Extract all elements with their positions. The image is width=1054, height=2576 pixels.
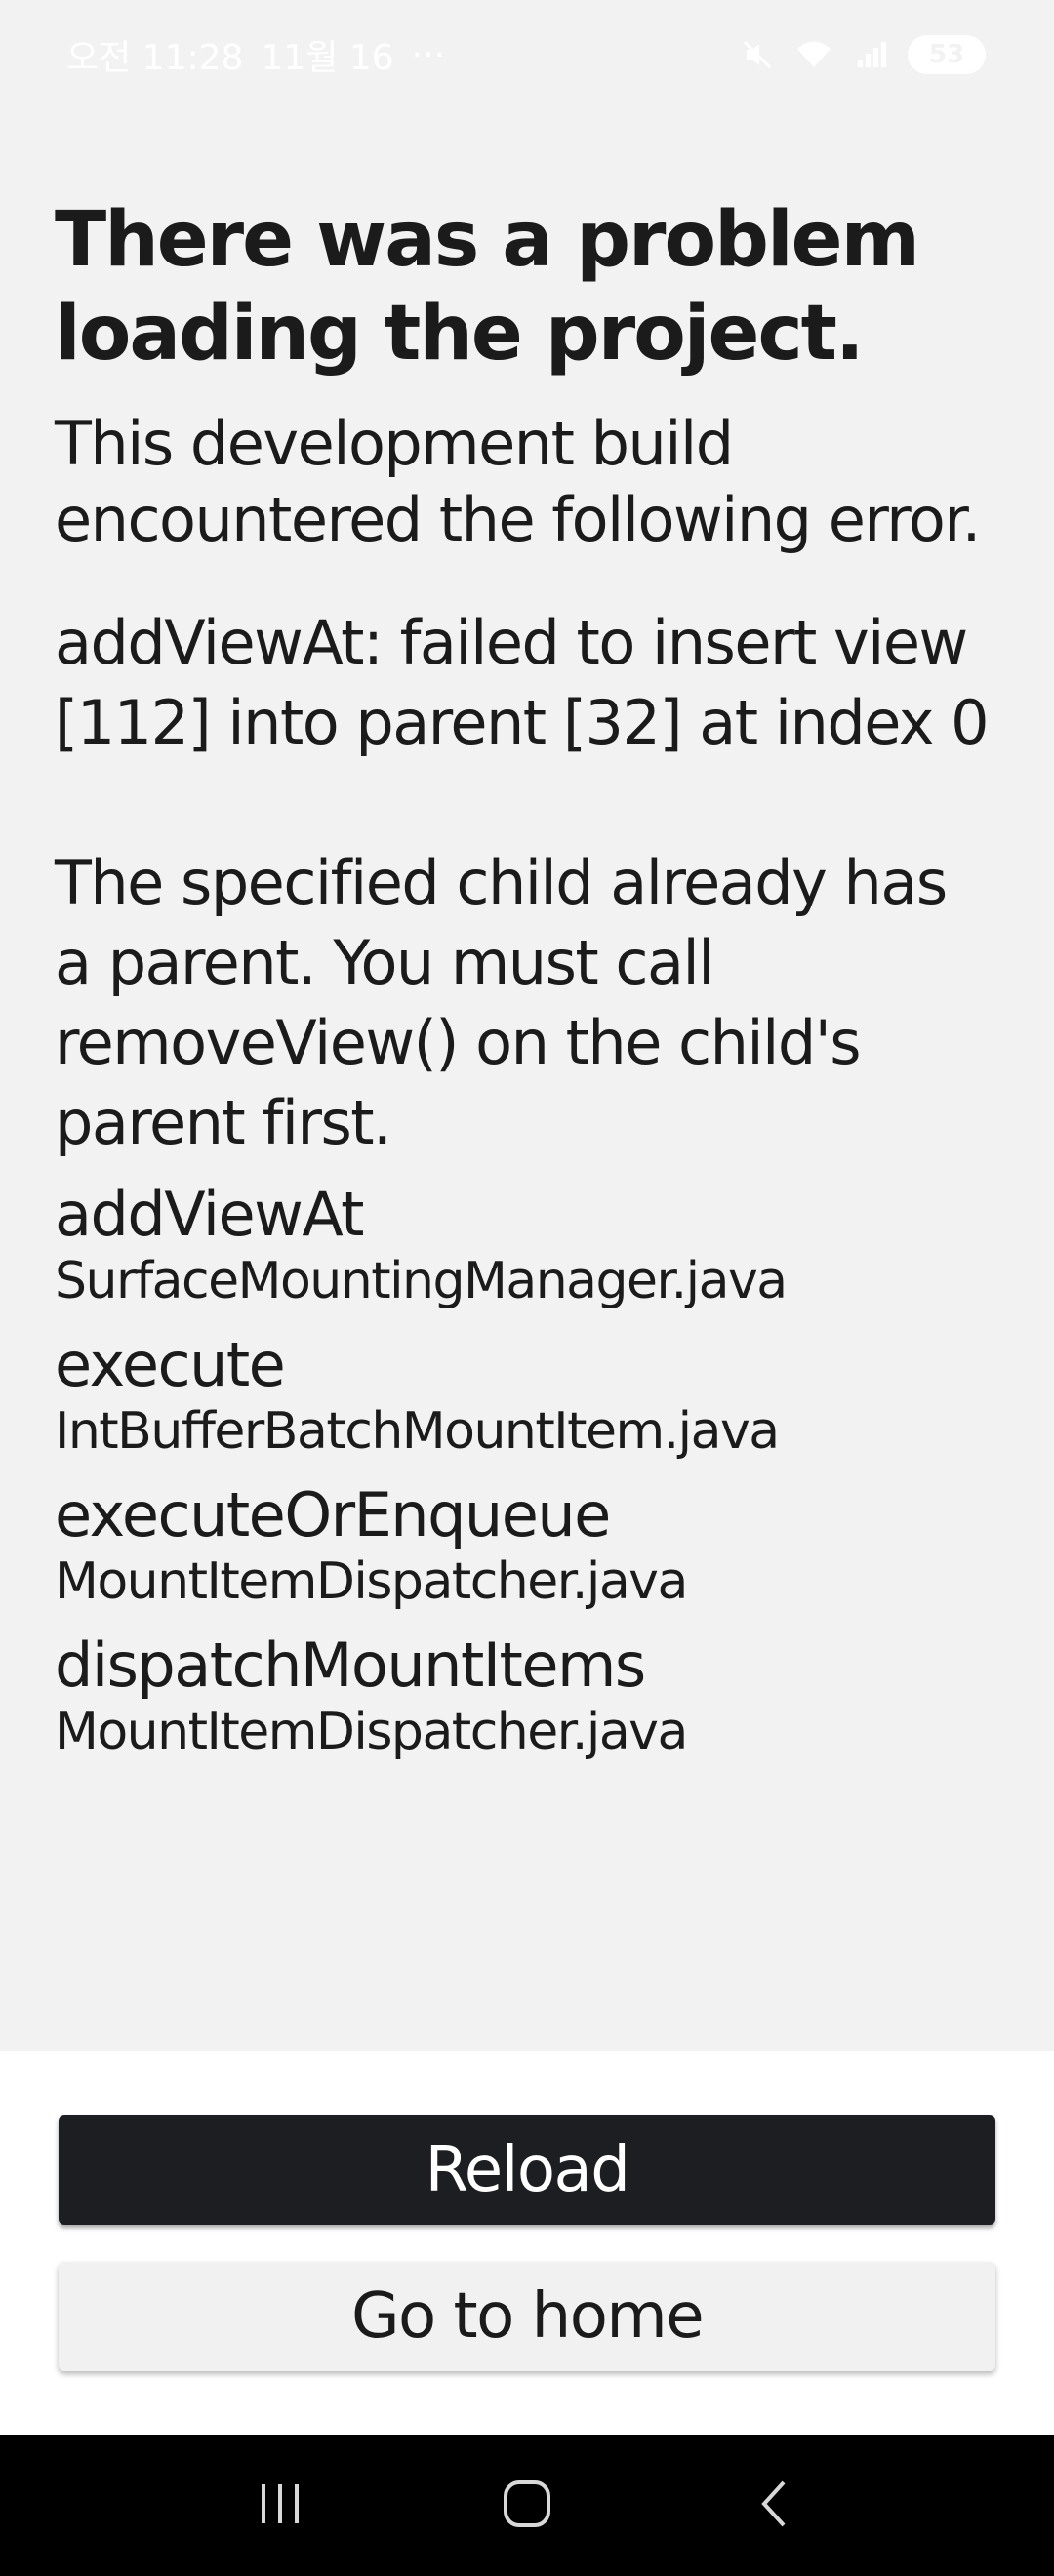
status-right: 53 bbox=[738, 35, 986, 74]
stack-frame: dispatchMountItems MountItemDispatcher.j… bbox=[55, 1630, 999, 1762]
stack-frame-method: executeOrEnqueue bbox=[55, 1479, 611, 1550]
error-message: addViewAt: failed to insert view [112] i… bbox=[55, 607, 990, 1158]
stack-frame-method: addViewAt bbox=[55, 1179, 364, 1250]
battery-level: 53 bbox=[928, 40, 965, 69]
mute-icon bbox=[738, 35, 777, 74]
stack-frame: executeOrEnqueue MountItemDispatcher.jav… bbox=[55, 1479, 999, 1612]
navigation-bar bbox=[0, 2435, 1054, 2576]
stack-frame-method: dispatchMountItems bbox=[55, 1630, 646, 1701]
back-icon bbox=[754, 2478, 793, 2533]
stack-frame-method: execute bbox=[55, 1329, 286, 1400]
stack-frame: execute IntBufferBatchMountItem.java bbox=[55, 1329, 999, 1462]
app-screen: 오전 11:28 11월 16 ··· 53 There was a probl… bbox=[0, 0, 1054, 2576]
reload-button-label: Reload bbox=[425, 2134, 630, 2206]
stack-frame-file: MountItemDispatcher.java bbox=[55, 1703, 688, 1761]
stack-frame-file: SurfaceMountingManager.java bbox=[55, 1252, 788, 1310]
button-panel: Reload Go to home bbox=[0, 2051, 1054, 2435]
stack-frame: addViewAt SurfaceMountingManager.java bbox=[55, 1179, 999, 1311]
status-extra: ··· bbox=[411, 34, 445, 75]
stack-frame-file: IntBufferBatchMountItem.java bbox=[55, 1402, 780, 1461]
signal-icon bbox=[851, 35, 890, 74]
home-icon bbox=[502, 2478, 552, 2533]
home-nav-button[interactable] bbox=[483, 2462, 571, 2550]
wifi-icon bbox=[794, 35, 833, 74]
battery-icon: 53 bbox=[908, 35, 986, 74]
go-to-home-button[interactable]: Go to home bbox=[59, 2262, 995, 2371]
stack-trace: addViewAt SurfaceMountingManager.java ex… bbox=[55, 1179, 999, 1762]
status-left: 오전 11:28 11월 16 ··· bbox=[66, 29, 445, 80]
error-content[interactable]: There was a problem loading the project.… bbox=[0, 109, 1054, 2051]
reload-button[interactable]: Reload bbox=[59, 2115, 995, 2225]
status-time: 오전 11:28 bbox=[66, 38, 244, 78]
recent-apps-icon bbox=[256, 2482, 304, 2529]
error-title: There was a problem loading the project. bbox=[55, 196, 920, 378]
go-to-home-button-label: Go to home bbox=[350, 2280, 705, 2353]
status-bar: 오전 11:28 11월 16 ··· 53 bbox=[0, 0, 1054, 109]
back-button[interactable] bbox=[730, 2462, 818, 2550]
stack-frame-file: MountItemDispatcher.java bbox=[55, 1552, 688, 1611]
status-date: 11월 16 bbox=[261, 38, 394, 78]
error-subtitle: This development build encountered the f… bbox=[55, 408, 981, 555]
recent-apps-button[interactable] bbox=[236, 2462, 324, 2550]
